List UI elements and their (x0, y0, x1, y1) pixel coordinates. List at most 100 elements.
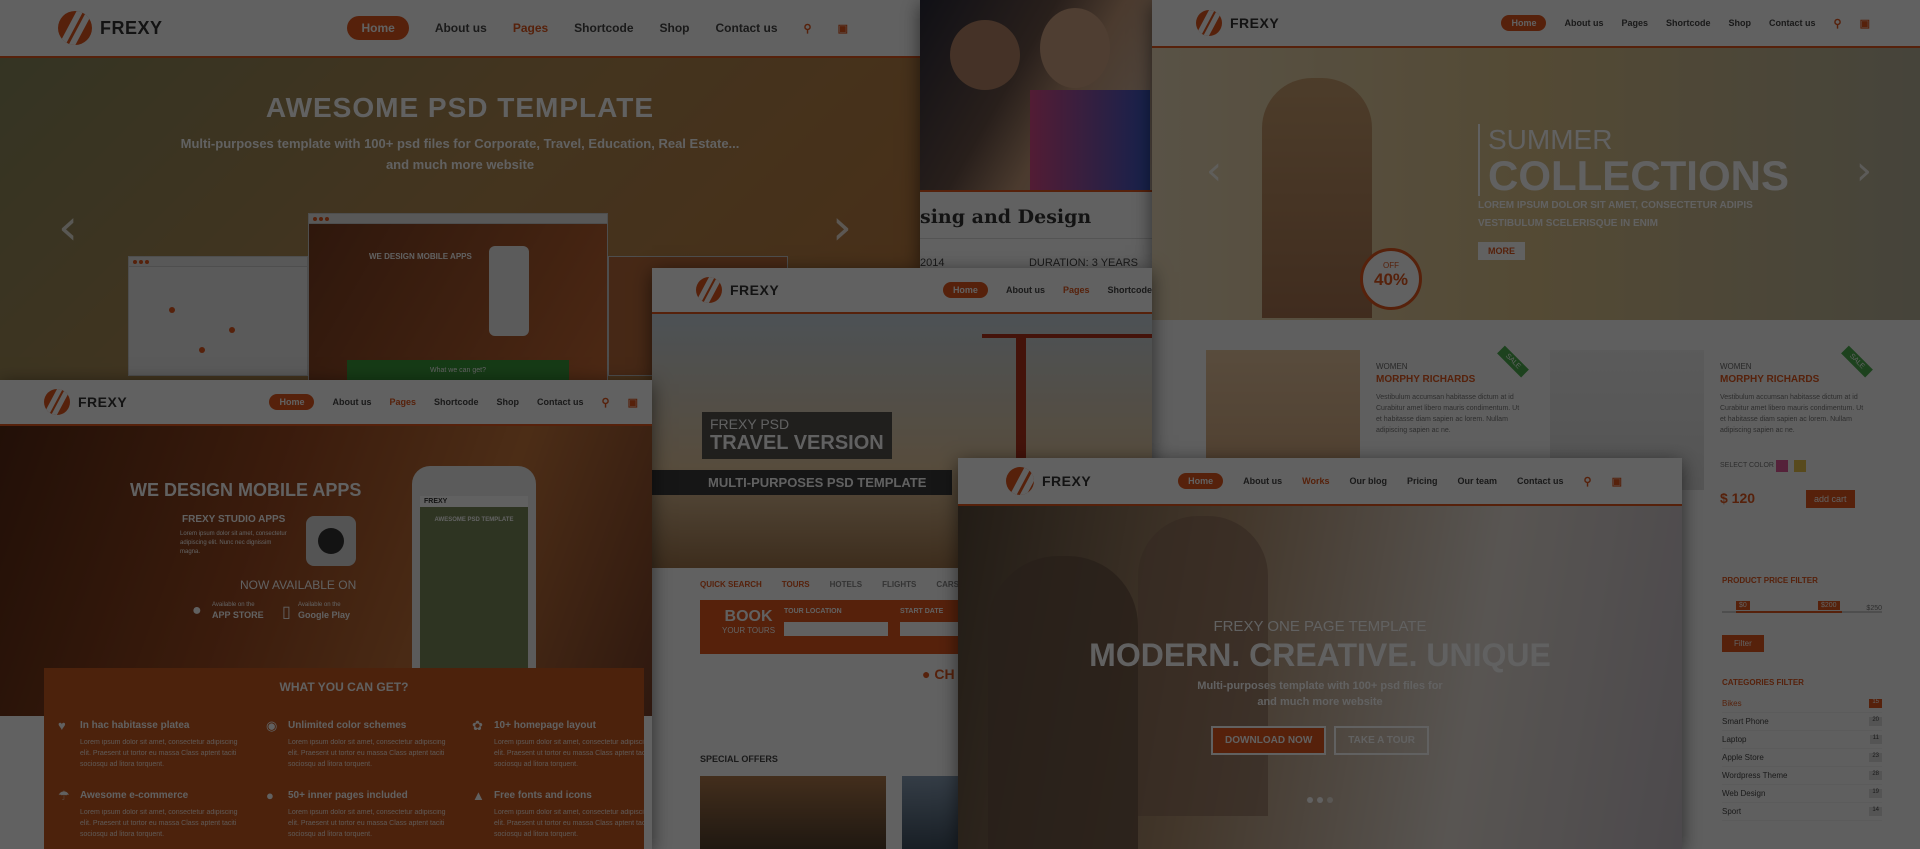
category-item[interactable]: Laptop 11 (1722, 731, 1882, 749)
menu-shortcode[interactable]: Shortcode (1107, 285, 1152, 295)
logo[interactable]: FREXY (696, 277, 779, 303)
menu-about[interactable]: About us (1006, 285, 1045, 295)
menu-home[interactable]: Home (1178, 473, 1224, 489)
download-now-button[interactable]: DOWNLOAD NOW (1211, 726, 1327, 755)
cart-icon[interactable]: ▣ (628, 396, 638, 409)
sitemap-icon: ▲ (472, 788, 485, 803)
search-icon[interactable]: ⚲ (1834, 17, 1842, 30)
mini-map-screenshot (128, 256, 308, 376)
menu-home[interactable]: Home (347, 16, 409, 40)
menu-home[interactable]: Home (1501, 15, 1547, 31)
take-a-tour-button[interactable]: TAKE A TOUR (1334, 726, 1429, 755)
tab-tours[interactable]: TOURS (782, 580, 810, 589)
heart-icon: ♥ (58, 718, 66, 733)
menu-pages[interactable]: Pages (513, 21, 548, 35)
tab-hotels[interactable]: HOTELS (830, 580, 862, 589)
product-price: $ 120 (1720, 490, 1756, 506)
education-preview[interactable]: sing and Design 2014 DURATION: 3 YEARS (920, 0, 1152, 268)
color-swatch-yellow[interactable] (1794, 460, 1806, 472)
cart-icon[interactable]: ▣ (1860, 17, 1870, 30)
category-item[interactable]: Smart Phone 20 (1722, 713, 1882, 731)
category-item[interactable]: Sport 14 (1722, 803, 1882, 821)
add-cart-button[interactable]: add cart (1806, 490, 1855, 508)
menu-shortcode[interactable]: Shortcode (574, 21, 633, 35)
tour-location-input[interactable] (784, 622, 888, 636)
menu-contact[interactable]: Contact us (716, 21, 778, 35)
menu-contact[interactable]: Contact us (537, 397, 584, 407)
feature-item: ♥ In hac habitasse platea Lorem ipsum dolo… (58, 718, 238, 768)
search-icon[interactable]: ⚲ (804, 22, 812, 35)
category-list: Bikes 15 Smart Phone 20 Laptop 11 Apple Store 2… (1722, 695, 1882, 821)
filter-button[interactable]: Filter (1722, 635, 1764, 652)
category-item[interactable]: Apple Store 23 (1722, 749, 1882, 767)
main-menu: Home About us Pages Shortcode Shop Conta… (347, 16, 848, 40)
feature-item: ✿ 10+ homepage layout Lorem ipsum dolor si… (472, 718, 652, 768)
menu-team[interactable]: Our team (1458, 476, 1498, 486)
slider-next-icon[interactable]: › (1856, 148, 1872, 194)
logo-mark-icon (1006, 467, 1034, 495)
logo[interactable]: FREXY (58, 11, 163, 45)
menu-pricing[interactable]: Pricing (1407, 476, 1438, 486)
apple-icon: ● (192, 602, 202, 619)
logo[interactable]: FREXY (1196, 10, 1279, 36)
search-icon[interactable]: ⚲ (1584, 475, 1592, 488)
logo-mark-icon (1196, 10, 1222, 36)
tab-flights[interactable]: FLIGHTS (882, 580, 916, 589)
slider-next-icon[interactable]: › (832, 198, 852, 256)
map-pin-icon: ● CH (922, 666, 955, 682)
students-photo (920, 0, 1152, 190)
course-year: 2014 (920, 257, 945, 268)
logo[interactable]: FREXY (44, 389, 127, 415)
menu-blog[interactable]: Our blog (1349, 476, 1387, 486)
menu-pages[interactable]: Pages (1063, 285, 1090, 295)
category-item[interactable]: Bikes 15 (1722, 695, 1882, 713)
menu-contact[interactable]: Contact us (1517, 476, 1564, 486)
leaf-icon: ✿ (472, 718, 483, 733)
menu-shop[interactable]: Shop (1729, 18, 1752, 28)
collections-text: COLLECTIONS (1488, 152, 1789, 199)
menu-shortcode[interactable]: Shortcode (1666, 18, 1711, 28)
logo[interactable]: FREXY (1006, 467, 1091, 495)
apps-preview[interactable]: FREXY Home About us Pages Shortcode Shop… (0, 380, 652, 849)
onepage-hero: FREXY ONE PAGE TEMPLATE MODERN. CREATIVE… (958, 506, 1682, 849)
apps-navbar: FREXY Home About us Pages Shortcode Shop… (0, 380, 652, 426)
menu-home[interactable]: Home (269, 394, 315, 410)
menu-about[interactable]: About us (435, 21, 487, 35)
offer-image[interactable] (700, 776, 886, 849)
menu-pages[interactable]: Pages (389, 397, 416, 407)
menu-pages[interactable]: Pages (1621, 18, 1648, 28)
search-icon[interactable]: ⚲ (602, 396, 610, 409)
slider-prev-icon[interactable]: ‹ (1206, 148, 1222, 194)
cart-icon[interactable]: ▣ (1612, 475, 1622, 488)
features-section: WHAT YOU CAN GET? ♥ In hac habitasse plat… (44, 668, 652, 849)
travel-menu: Home About us Pages Shortcode (942, 282, 1152, 298)
onepage-preview[interactable]: FREXY Home About us Works Our blog Prici… (958, 458, 1682, 849)
slider-dots[interactable] (958, 797, 1682, 803)
discount-badge: OFF 40% (1360, 248, 1422, 310)
hero-desc-2: VESTIBULUM SCELERISQUE IN ENIM (1478, 218, 1659, 229)
mini-bar: What we can get? (347, 360, 569, 380)
menu-works[interactable]: Works (1302, 476, 1329, 486)
hero-subtitle-2: and much more website (385, 157, 535, 172)
cart-icon[interactable]: ▣ (838, 22, 848, 35)
menu-about[interactable]: About us (332, 397, 371, 407)
menu-contact[interactable]: Contact us (1769, 18, 1816, 28)
menu-home[interactable]: Home (942, 282, 988, 298)
menu-shop[interactable]: Shop (660, 21, 690, 35)
menu-about[interactable]: About us (1243, 476, 1282, 486)
app-store-button[interactable]: ● Available on the APP STORE (192, 602, 264, 620)
menu-shop[interactable]: Shop (497, 397, 520, 407)
slider-prev-icon[interactable]: ‹ (58, 198, 78, 256)
category-item[interactable]: Web Design 19 (1722, 785, 1882, 803)
tab-cars[interactable]: CARS (936, 580, 959, 589)
google-play-button[interactable]: ▯ Available on the Google Play (282, 602, 350, 622)
more-button[interactable]: MORE (1478, 242, 1525, 260)
fashion-navbar: FREXY Home About us Pages Shortcode Shop… (1152, 0, 1920, 48)
category-item[interactable]: Wordpress Theme 28 (1722, 767, 1882, 785)
psd-navbar: FREXY Home About us Pages Shortcode Shop… (0, 0, 920, 58)
menu-shortcode[interactable]: Shortcode (434, 397, 479, 407)
apple-icon: ● (266, 788, 274, 803)
color-swatch-pink[interactable] (1776, 460, 1788, 472)
menu-about[interactable]: About us (1564, 18, 1603, 28)
feature-item: ▲ Free fonts and icons Lorem ipsum dolor s… (472, 788, 652, 838)
